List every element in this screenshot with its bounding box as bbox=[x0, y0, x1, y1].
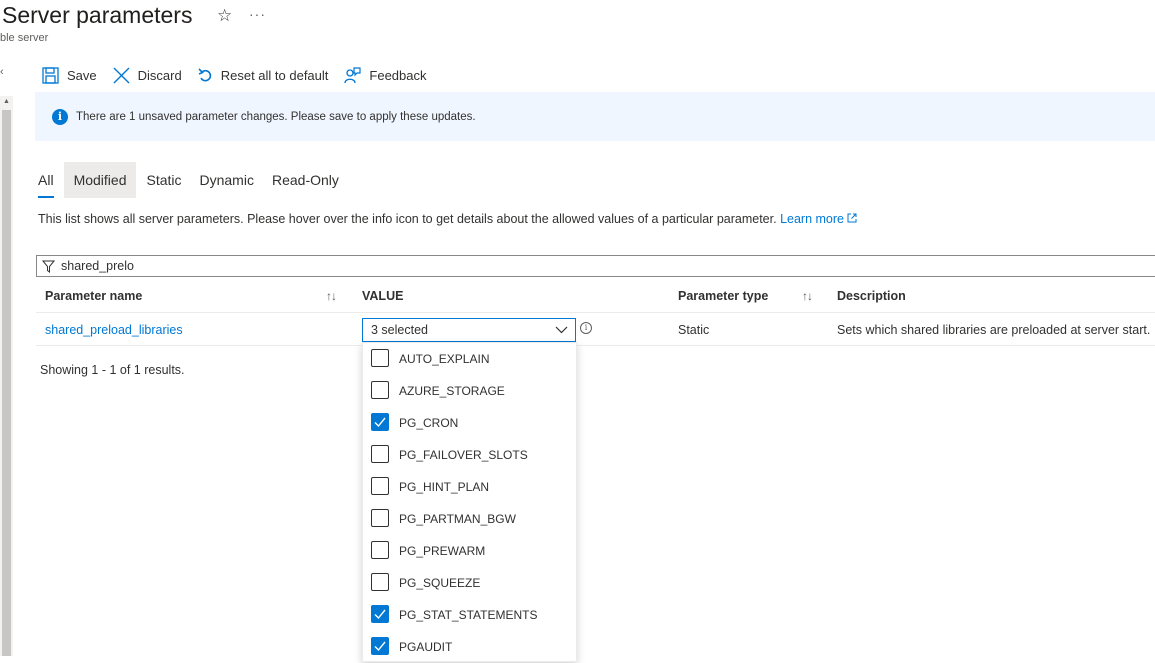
parameter-name-link[interactable]: shared_preload_libraries bbox=[45, 323, 183, 337]
info-icon[interactable]: i bbox=[580, 322, 592, 334]
dropdown-option[interactable]: PG_HINT_PLAN bbox=[363, 471, 576, 503]
option-label: PG_FAILOVER_SLOTS bbox=[399, 448, 528, 462]
checkbox[interactable] bbox=[371, 573, 389, 591]
results-count: Showing 1 - 1 of 1 results. bbox=[40, 363, 185, 377]
list-description: This list shows all server parameters. P… bbox=[38, 212, 857, 226]
collapse-menu-icon[interactable]: ‹ bbox=[0, 66, 4, 78]
checkmark-icon bbox=[374, 417, 386, 428]
option-label: PG_PREWARM bbox=[399, 544, 486, 558]
description-text: This list shows all server parameters. P… bbox=[38, 212, 777, 226]
tab-static[interactable]: Static bbox=[138, 162, 189, 198]
checkbox[interactable] bbox=[371, 541, 389, 559]
option-label: PG_HINT_PLAN bbox=[399, 480, 490, 494]
header-value: VALUE bbox=[362, 289, 404, 303]
value-dropdown-list: AUTO_EXPLAIN AZURE_STORAGE PG_CRON PG_FAILO… bbox=[362, 342, 577, 662]
learn-more-label: Learn more bbox=[780, 212, 844, 226]
checkmark-icon bbox=[374, 641, 386, 652]
option-label: PG_SQUEEZE bbox=[399, 576, 481, 590]
unsaved-changes-banner: i There are 1 unsaved parameter changes.… bbox=[35, 92, 1155, 141]
tab-dynamic[interactable]: Dynamic bbox=[192, 162, 262, 198]
feedback-button[interactable]: Feedback bbox=[344, 66, 427, 84]
external-link-icon bbox=[847, 213, 857, 223]
checkbox-checked[interactable] bbox=[371, 637, 389, 655]
chevron-down-icon bbox=[555, 326, 568, 334]
header-parameter-name[interactable]: Parameter name bbox=[45, 289, 142, 303]
scrollbar-thumb[interactable] bbox=[2, 110, 11, 656]
checkbox[interactable] bbox=[371, 381, 389, 399]
checkbox[interactable] bbox=[371, 445, 389, 463]
checkbox-checked[interactable] bbox=[371, 605, 389, 623]
page-title: Server parameters bbox=[2, 2, 193, 28]
feedback-icon bbox=[344, 66, 362, 83]
discard-label: Discard bbox=[137, 67, 182, 83]
parameter-description-cell: Sets which shared libraries are preloade… bbox=[837, 323, 1151, 337]
tab-all[interactable]: All bbox=[30, 162, 62, 198]
dropdown-option[interactable]: AZURE_STORAGE bbox=[363, 375, 576, 407]
filter-input[interactable] bbox=[59, 258, 363, 274]
dropdown-option[interactable]: PG_CRON bbox=[363, 407, 576, 439]
tab-modified[interactable]: Modified bbox=[63, 162, 137, 198]
option-label: PG_CRON bbox=[399, 416, 459, 430]
checkmark-icon bbox=[374, 609, 386, 620]
sort-icon[interactable]: ↑↓ bbox=[802, 289, 813, 303]
value-selected-text: 3 selected bbox=[371, 323, 428, 337]
filter-box[interactable] bbox=[36, 255, 1155, 277]
command-bar: Save Discard Reset all to default Feedba… bbox=[42, 63, 443, 87]
filter-icon bbox=[42, 260, 55, 273]
ellipsis-icon[interactable]: ··· bbox=[249, 6, 266, 22]
reset-all-button[interactable]: Reset all to default bbox=[198, 67, 329, 83]
option-label: PGAUDIT bbox=[399, 640, 453, 654]
save-icon bbox=[42, 66, 59, 84]
page-subtitle: ble server bbox=[0, 32, 49, 44]
checkbox[interactable] bbox=[371, 509, 389, 527]
header-divider bbox=[36, 312, 1155, 313]
parameter-type-cell: Static bbox=[678, 323, 710, 337]
dropdown-option[interactable]: PG_STAT_STATEMENTS bbox=[363, 599, 576, 631]
sort-icon[interactable]: ↑↓ bbox=[326, 289, 337, 303]
header-parameter-type[interactable]: Parameter type bbox=[678, 289, 768, 303]
reset-label: Reset all to default bbox=[220, 67, 329, 83]
row-divider bbox=[36, 345, 1155, 346]
option-label: AZURE_STORAGE bbox=[399, 384, 505, 398]
star-icon[interactable]: ☆ bbox=[217, 6, 232, 26]
dropdown-option[interactable]: PGAUDIT bbox=[363, 631, 576, 663]
save-label: Save bbox=[67, 67, 97, 83]
close-icon bbox=[113, 67, 130, 83]
checkbox[interactable] bbox=[371, 349, 389, 367]
save-button[interactable]: Save bbox=[42, 66, 97, 84]
banner-message: There are 1 unsaved parameter changes. P… bbox=[76, 111, 476, 123]
undo-icon bbox=[198, 67, 211, 81]
dropdown-option[interactable]: AUTO_EXPLAIN bbox=[363, 343, 576, 375]
info-icon: i bbox=[52, 109, 68, 125]
scroll-up-icon[interactable]: ▲ bbox=[3, 98, 10, 105]
dropdown-option[interactable]: PG_SQUEEZE bbox=[363, 567, 576, 599]
dropdown-option[interactable]: PG_PREWARM bbox=[363, 535, 576, 567]
left-scrollbar[interactable]: ▲ bbox=[0, 96, 13, 656]
option-label: PG_PARTMAN_BGW bbox=[399, 512, 516, 526]
header-description: Description bbox=[837, 289, 906, 303]
learn-more-link[interactable]: Learn more bbox=[780, 212, 857, 226]
checkbox-checked[interactable] bbox=[371, 413, 389, 431]
option-label: AUTO_EXPLAIN bbox=[399, 352, 490, 366]
checkbox[interactable] bbox=[371, 477, 389, 495]
option-label: PG_STAT_STATEMENTS bbox=[399, 608, 538, 622]
value-multiselect[interactable]: 3 selected bbox=[362, 318, 576, 342]
dropdown-option[interactable]: PG_FAILOVER_SLOTS bbox=[363, 439, 576, 471]
dropdown-option[interactable]: PG_PARTMAN_BGW bbox=[363, 503, 576, 535]
tab-read-only[interactable]: Read-Only bbox=[264, 162, 347, 198]
discard-button[interactable]: Discard bbox=[113, 67, 182, 84]
filter-tabs: All Modified Static Dynamic Read-Only bbox=[30, 162, 349, 198]
feedback-label: Feedback bbox=[369, 67, 427, 83]
